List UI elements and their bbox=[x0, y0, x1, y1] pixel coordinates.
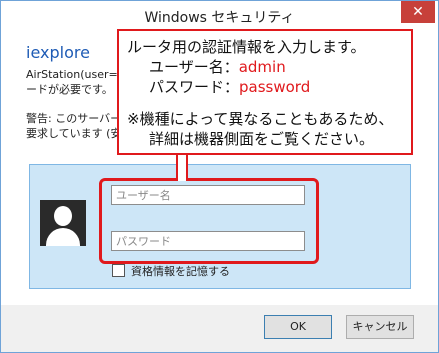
warning-line-1: 警告: このサーバー bbox=[26, 112, 122, 125]
ok-button[interactable]: OK bbox=[264, 315, 332, 339]
warning-line-2: 要求しています (安 bbox=[26, 127, 122, 140]
security-dialog: Windows セキュリティ ✕ iexplore AirStation(use… bbox=[0, 0, 439, 353]
highlight-box bbox=[99, 178, 319, 264]
description-line-1: AirStation(user= bbox=[26, 68, 118, 81]
callout-pass-value: password bbox=[239, 78, 311, 96]
remember-checkbox[interactable] bbox=[112, 264, 125, 277]
remember-label: 資格情報を記憶する bbox=[131, 265, 230, 278]
callout-pass-row: パスワード：password bbox=[127, 77, 411, 97]
user-avatar-icon bbox=[40, 200, 86, 246]
close-button[interactable]: ✕ bbox=[401, 1, 435, 23]
callout-spacer bbox=[127, 97, 411, 109]
title-bar: Windows セキュリティ ✕ bbox=[1, 1, 438, 31]
callout-line-1: ルータ用の認証情報を入力します。 bbox=[127, 38, 366, 56]
description-line-2: ードが必要です。 bbox=[26, 83, 113, 96]
callout-note-2: 詳細は機器側面をご覧ください。 bbox=[149, 130, 375, 148]
window-title: Windows セキュリティ bbox=[144, 10, 295, 26]
callout-pass-label: パスワード： bbox=[149, 78, 240, 96]
dialog-footer: OK キャンセル bbox=[1, 305, 438, 352]
avatar-head bbox=[54, 206, 72, 226]
remember-credentials[interactable]: 資格情報を記憶する bbox=[112, 263, 230, 279]
callout-user-value: admin bbox=[238, 58, 286, 76]
callout-connector bbox=[176, 155, 188, 181]
callout-user-label: ユーザー名： bbox=[149, 58, 239, 76]
warning-text: 警告: このサーバー 要求しています (安 bbox=[26, 111, 122, 141]
callout-user-row: ユーザー名：admin bbox=[127, 57, 411, 77]
cancel-button[interactable]: キャンセル bbox=[346, 315, 414, 339]
dialog-description: AirStation(user= ードが必要です。 bbox=[26, 67, 122, 97]
instruction-callout: ルータ用の認証情報を入力します。 ユーザー名：admin パスワード：passw… bbox=[117, 29, 413, 155]
avatar-body bbox=[46, 228, 80, 246]
app-name: iexplore bbox=[26, 43, 90, 62]
callout-note-1: ※機種によって異なることもあるため、 bbox=[127, 110, 394, 128]
